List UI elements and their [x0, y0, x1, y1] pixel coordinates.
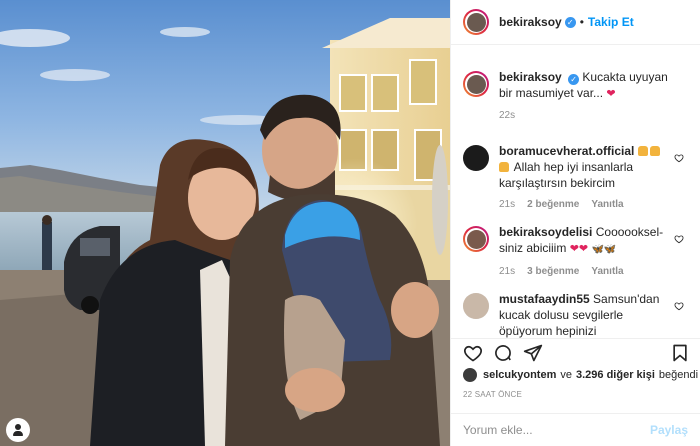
avatar[interactable] [463, 9, 489, 35]
caption: bekiraksoy ✓ Kucakta uyuyan bir masumiye… [463, 69, 688, 121]
list-item: mustafaaydin55 Samsun'dan kucak dolusu s… [463, 291, 688, 338]
heart-icon[interactable] [674, 301, 684, 311]
follow-button[interactable]: Takip Et [588, 15, 634, 29]
pray-emoji-icon [649, 146, 660, 156]
avatar[interactable] [463, 145, 489, 171]
comment-username[interactable]: bekiraksoydelisi [499, 225, 592, 239]
heart-emoji-icon: ❤ [606, 88, 616, 100]
avatar[interactable] [463, 368, 477, 382]
heart-icon[interactable] [463, 343, 483, 363]
comment-text: Allah hep iyi insanlarla karşılaştırsın … [499, 160, 634, 190]
share-icon[interactable] [523, 343, 543, 363]
reply-button[interactable]: Yanıtla [591, 199, 623, 210]
caption-username[interactable]: bekiraksoy [499, 70, 562, 84]
comment-time: 21s [499, 266, 516, 277]
comment-likes[interactable]: 3 beğenme [527, 266, 579, 277]
reply-button[interactable]: Yanıtla [591, 266, 623, 277]
list-item: bekiraksoydelisi Coooooksel­siniz abicii… [463, 224, 688, 277]
comment-time: 21s [499, 199, 516, 210]
comment-likes[interactable]: 2 beğenme [527, 199, 579, 210]
liker-username[interactable]: selcukyontem [483, 369, 556, 381]
add-comment-bar: Paylaş [451, 413, 700, 446]
post-comment-button[interactable]: Paylaş [650, 423, 688, 437]
comment-input[interactable] [463, 423, 650, 437]
verified-badge-icon: ✓ [568, 74, 580, 85]
separator-dot: • [579, 15, 584, 29]
post-header: bekiraksoy ✓ • Takip Et [451, 0, 700, 45]
comments-list[interactable]: bekiraksoy ✓ Kucakta uyuyan bir masumiye… [451, 55, 700, 338]
post-photo[interactable] [0, 0, 450, 446]
list-item: boramucevherat.official Allah hep iyi in… [463, 143, 688, 210]
avatar[interactable] [463, 226, 489, 252]
pray-emoji-icon [637, 146, 648, 156]
heart-icon[interactable] [674, 153, 684, 163]
comment-username[interactable]: boramucevherat.official [499, 144, 634, 158]
heart-emoji-icon: ❤❤ [569, 243, 589, 255]
likes-connector: ve [560, 369, 572, 381]
likes-suffix: beğendi [658, 369, 699, 381]
caption-time: 22s [499, 110, 516, 121]
verified-badge-icon: ✓ [564, 16, 576, 28]
avatar[interactable] [463, 293, 489, 319]
bookmark-icon[interactable] [670, 343, 690, 363]
post-author-username[interactable]: bekiraksoy [499, 15, 562, 29]
heart-icon[interactable] [674, 234, 684, 244]
likes-count[interactable]: 3.296 diğer kişi [576, 369, 655, 381]
post-side-panel: bekiraksoy ✓ • Takip Et bekiraksoy ✓ Kuc… [450, 0, 700, 446]
post-time-ago: 22 SAAT ÖNCE [463, 390, 523, 399]
pray-emoji-icon [499, 162, 509, 172]
avatar[interactable] [463, 71, 489, 97]
post-actions-bar [451, 338, 700, 366]
comment-icon[interactable] [493, 343, 513, 363]
likes-summary: selcukyontem ve 3.296 diğer kişi beğendi [463, 368, 698, 382]
comment-username[interactable]: mustafaaydin55 [499, 292, 590, 306]
butterfly-emoji-icon: 🦋🦋 [591, 244, 617, 255]
user-tag-icon[interactable] [6, 418, 30, 442]
